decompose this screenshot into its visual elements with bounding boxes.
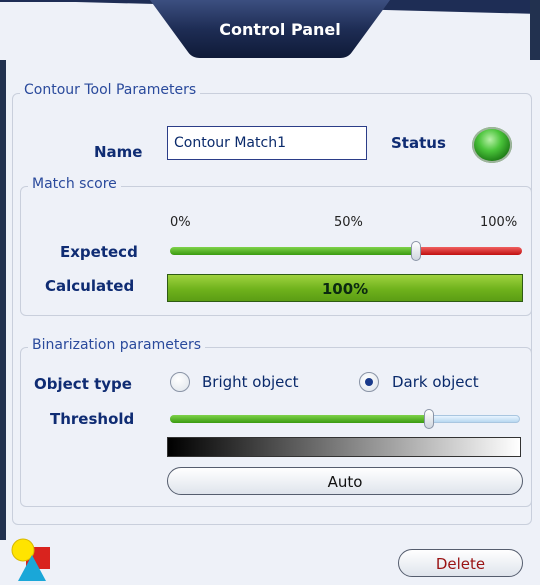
binarization-legend: Binarization parameters [28, 337, 205, 353]
scale-tick-50: 50% [334, 215, 363, 230]
calculated-progress-bar: 100% [167, 274, 523, 302]
expected-slider[interactable] [170, 241, 522, 261]
dark-object-label[interactable]: Dark object [392, 373, 479, 391]
calculated-value: 100% [321, 280, 369, 298]
grayscale-gradient-bar [167, 437, 521, 457]
name-input[interactable] [167, 126, 367, 160]
status-label: Status [391, 134, 446, 152]
scale-tick-100: 100% [480, 215, 518, 230]
status-led-icon [472, 127, 512, 163]
panel-header: Control Panel [0, 0, 540, 60]
threshold-label: Threshold [50, 410, 135, 428]
radio-bright-object[interactable] [170, 372, 190, 392]
object-type-label: Object type [34, 375, 132, 393]
window-left-border [0, 0, 6, 560]
expected-slider-thumb[interactable] [411, 241, 421, 261]
calculated-label: Calculated [45, 277, 135, 295]
name-label: Name [94, 143, 143, 161]
threshold-track-fill [170, 415, 429, 423]
expected-track-bad [416, 247, 522, 255]
delete-button[interactable]: Delete [398, 549, 523, 577]
control-panel-window: Control Panel Contour Tool Parameters Na… [0, 0, 540, 585]
panel-title: Control Panel [219, 20, 341, 39]
expected-track-ok [170, 247, 416, 255]
auto-button[interactable]: Auto [167, 467, 523, 495]
threshold-slider-thumb[interactable] [424, 409, 434, 429]
contour-params-legend: Contour Tool Parameters [20, 82, 201, 98]
radio-dark-object[interactable] [359, 372, 379, 392]
scale-tick-0: 0% [170, 215, 191, 230]
threshold-slider[interactable] [170, 409, 520, 429]
expected-label: Expetecd [60, 243, 138, 261]
bright-object-label[interactable]: Bright object [202, 373, 299, 391]
match-score-legend: Match score [28, 176, 121, 192]
shapes-logo-icon [11, 538, 50, 581]
